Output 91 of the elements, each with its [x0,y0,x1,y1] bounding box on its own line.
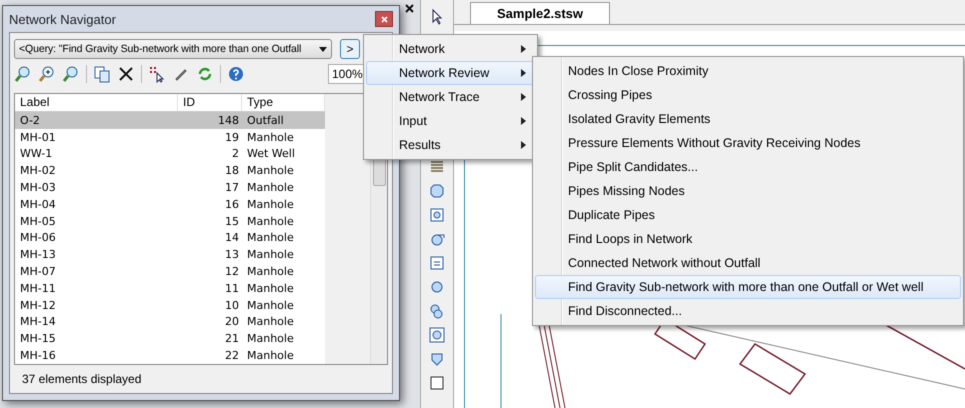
id-cell-text: 19 [224,130,240,144]
close-icon[interactable] [117,65,135,83]
pump-box-icon[interactable] [428,326,446,344]
query-dropdown[interactable]: <Query: "Find Gravity Sub-network with more than one Outfall [14,39,332,59]
go-button[interactable]: > [340,39,360,59]
column-header[interactable]: Type [242,94,325,111]
menu-item[interactable]: Pipe Split Candidates... [535,155,961,179]
menu-item[interactable]: Find Loops in Network [535,227,961,251]
label-cell-text: MH-11 [19,282,57,295]
id-cell-text: 12 [224,265,240,278]
type-cell-text: Outfall [246,114,285,127]
menu-item[interactable]: Duplicate Pipes [535,203,961,227]
type-cell-text: Manhole [246,332,295,346]
menu-item[interactable]: Isolated Gravity Elements [535,107,961,131]
submenu-arrow-icon [521,93,526,101]
label-cell-text: MH-16 [19,349,57,362]
tank-icon[interactable] [428,254,446,272]
document-tab[interactable]: Sample2.stsw [470,2,610,24]
select-icon[interactable] [148,65,166,83]
label-cell-text: MH-06 [19,231,57,244]
menu-item[interactable]: Connected Network without Outfall [535,251,961,275]
label-cell-text: MH-14 [19,315,57,328]
refresh-icon[interactable] [196,65,214,83]
id-cell-text: 15 [224,214,240,228]
label-cell-text: O-2 [19,114,41,127]
square-icon[interactable] [428,374,446,392]
menu-item[interactable]: Pipes Missing Nodes [535,179,961,203]
id-cell-text: 14 [224,231,240,244]
menu-item[interactable]: Pressure Elements Without Gravity Receiving Nodes [535,131,961,155]
menu-item[interactable]: Crossing Pipes [535,83,961,107]
column-header[interactable]: Label [15,94,178,111]
label-cell-text: MH-05 [19,214,57,228]
label-cell-text: MH-13 [19,248,57,262]
table-row[interactable]: O-2 148 Outfall [15,112,325,129]
menu-item[interactable]: Find Disconnected... [535,299,961,323]
submenu-arrow-icon [521,117,526,125]
submenu-arrow-icon [521,45,526,53]
label-cell-text: MH-03 [19,180,57,194]
type-cell-text: Manhole [246,231,295,244]
id-cell-text: 16 [224,198,240,211]
type-cell-text: Wet Well [246,147,296,160]
copy-icon[interactable] [93,65,111,83]
menu-item[interactable]: Network Trace [366,85,535,109]
zoom-out-icon[interactable] [14,65,32,83]
id-cell-text: 21 [224,332,240,346]
type-cell-text: Manhole [246,265,295,278]
octagon-icon[interactable] [428,182,446,200]
status-text: 37 elements displayed [22,372,142,386]
menu-item[interactable]: Find Gravity Sub-network with more than one Outfall or Wet well [535,275,961,299]
menu-item[interactable]: Network Review [366,61,535,85]
type-cell-text: Manhole [246,349,295,362]
zoom-in-icon[interactable] [38,65,56,83]
menu-item[interactable]: Results [366,133,535,157]
type-cell-text: Manhole [246,298,295,312]
type-cell-text: Manhole [246,214,295,228]
label-cell-text: MH-01 [19,130,57,144]
type-cell-text: Manhole [246,180,295,194]
menu-item[interactable]: Nodes In Close Proximity [535,59,961,83]
close-icon [380,16,388,22]
type-cell-text: Manhole [246,315,295,328]
submenu-arrow-icon [521,141,526,149]
label-cell-text: MH-04 [19,198,57,211]
menu-item[interactable]: Network [366,37,535,61]
label-cell-text: MH-12 [19,298,57,312]
label-cell-text: WW-1 [19,147,54,160]
help-icon[interactable] [227,65,245,83]
id-cell-text: 10 [224,298,240,312]
menu-item[interactable]: Input [366,109,535,133]
type-cell-text: Manhole [246,130,295,144]
caret-icon [319,46,327,52]
label-cell-text: MH-07 [19,265,57,278]
circle-square-icon[interactable] [428,206,446,224]
id-cell-text: 20 [224,315,240,328]
id-cell-text: 18 [224,164,240,178]
id-cell-text: 148 [217,114,240,127]
id-cell-text: 17 [224,180,240,194]
id-cell-text: 2 [231,147,240,160]
label-cell-text: MH-15 [19,332,57,346]
type-cell-text: Manhole [246,282,295,295]
id-cell-text: 13 [224,248,240,262]
type-cell-text: Manhole [246,164,295,178]
close-button[interactable] [375,11,393,27]
zoom-next-icon[interactable] [62,65,80,83]
type-cell-text: Manhole [246,198,295,211]
submenu-arrow-icon [521,69,526,77]
column-header[interactable]: ID [178,94,242,111]
id-cell-text: 22 [224,349,240,362]
id-cell-text: 11 [224,282,240,295]
label-cell-text: MH-02 [19,164,57,178]
window-title: Network Navigator [9,12,116,26]
type-cell-text: Manhole [246,248,295,262]
